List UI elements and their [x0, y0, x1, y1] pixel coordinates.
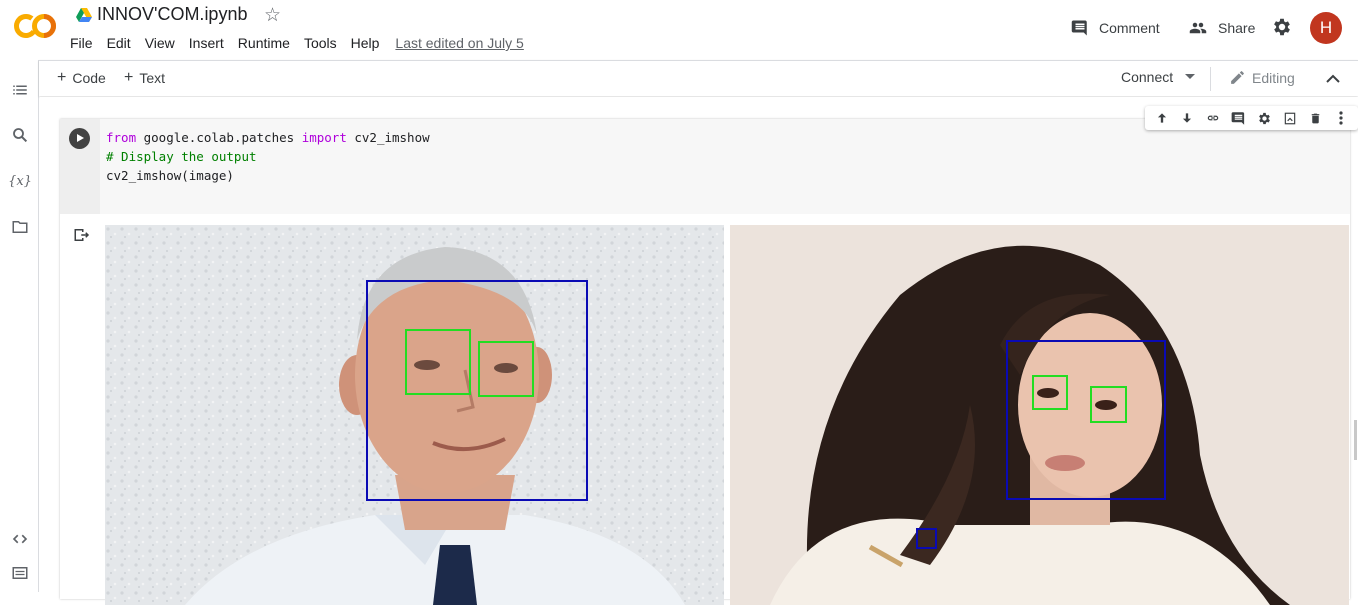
gear-icon[interactable]	[1255, 109, 1273, 127]
delete-icon[interactable]	[1307, 109, 1325, 127]
code-line: cv2_imshow(image)	[106, 168, 234, 183]
scrollbar[interactable]	[1354, 420, 1357, 460]
eye-detection-box	[1032, 375, 1068, 410]
eye-detection-box	[478, 341, 534, 397]
app-header: INNOV'COM.ipynb ☆ File Edit View Insert …	[0, 0, 1358, 60]
comment-icon	[1071, 20, 1087, 36]
share-label: Share	[1218, 20, 1256, 36]
people-icon	[1189, 22, 1207, 34]
google-drive-icon	[76, 8, 92, 22]
caret-down-icon	[1185, 74, 1196, 79]
plus-icon: +	[57, 69, 67, 86]
settings-button[interactable]	[1271, 16, 1293, 38]
eye-detection-box	[405, 329, 471, 395]
left-rail: {x}	[0, 60, 39, 592]
cell-output	[105, 225, 1350, 605]
menu-bar: File Edit View Insert Runtime Tools Help…	[70, 35, 538, 51]
code-line: from google.colab.patches import cv2_ims…	[106, 128, 1344, 147]
add-code-label: Code	[72, 70, 106, 86]
add-code-button[interactable]: + Code	[57, 69, 106, 87]
variables-icon[interactable]: {x}	[8, 171, 32, 191]
pencil-icon	[1231, 71, 1244, 84]
command-palette-icon[interactable]	[10, 563, 30, 583]
add-text-label: Text	[139, 70, 166, 86]
module-name: google.colab.patches	[136, 130, 302, 145]
notebook-area: from google.colab.patches import cv2_ims…	[40, 97, 1358, 605]
eye-detection-box	[1090, 386, 1127, 423]
toolbar-divider	[1210, 67, 1211, 91]
menu-tools[interactable]: Tools	[304, 35, 337, 51]
editing-mode-button[interactable]: Editing	[1229, 69, 1295, 86]
star-icon[interactable]: ☆	[264, 4, 281, 27]
menu-insert[interactable]: Insert	[189, 35, 224, 51]
output-image-left	[105, 225, 724, 605]
face-detection-box	[1006, 340, 1166, 500]
menu-view[interactable]: View	[145, 35, 175, 51]
add-text-button[interactable]: + Text	[124, 69, 165, 87]
keyword: from	[106, 130, 137, 145]
search-icon[interactable]	[10, 125, 30, 145]
colab-logo[interactable]	[13, 12, 57, 40]
arrow-up-icon[interactable]	[1153, 109, 1171, 127]
menu-file[interactable]: File	[70, 35, 93, 51]
comment-label: Comment	[1099, 20, 1160, 36]
notebook-title[interactable]: INNOV'COM.ipynb	[97, 4, 247, 25]
editing-label: Editing	[1252, 69, 1295, 86]
comment-icon[interactable]	[1230, 109, 1248, 127]
output-image-right	[730, 225, 1349, 605]
menu-runtime[interactable]: Runtime	[238, 35, 290, 51]
plus-icon: +	[124, 69, 134, 86]
code-snippets-icon[interactable]	[10, 529, 30, 549]
code-comment: # Display the output	[106, 149, 257, 164]
menu-help[interactable]: Help	[351, 35, 380, 51]
import-name: cv2_imshow	[346, 130, 430, 145]
menu-edit[interactable]: Edit	[107, 35, 131, 51]
gear-icon	[1274, 18, 1290, 36]
code-cell[interactable]: from google.colab.patches import cv2_ims…	[60, 106, 1358, 605]
share-button[interactable]: Share	[1187, 17, 1255, 39]
connect-button[interactable]: Connect	[1121, 69, 1196, 85]
link-icon[interactable]	[1204, 109, 1222, 127]
run-cell-icon[interactable]	[69, 128, 90, 149]
arrow-down-icon[interactable]	[1178, 109, 1196, 127]
chevron-up-icon[interactable]	[1326, 71, 1340, 89]
cell-toolbar	[1145, 106, 1358, 130]
cell-gutter	[60, 119, 100, 214]
face-detection-box	[916, 528, 937, 549]
mirror-cell-icon[interactable]	[1281, 109, 1299, 127]
last-edited-link[interactable]: Last edited on July 5	[395, 35, 523, 51]
more-vert-icon[interactable]	[1332, 109, 1350, 127]
face-detection-box	[366, 280, 588, 501]
files-icon[interactable]	[10, 217, 30, 237]
avatar[interactable]: H	[1310, 12, 1342, 44]
keyword: import	[301, 130, 347, 145]
code-editor[interactable]: from google.colab.patches import cv2_ims…	[100, 119, 1350, 214]
table-of-contents-icon[interactable]	[10, 80, 30, 100]
notebook-toolbar: + Code + Text Connect Editing	[39, 60, 1358, 96]
comment-button[interactable]: Comment	[1071, 17, 1160, 39]
output-icon[interactable]	[73, 227, 91, 248]
connect-label: Connect	[1121, 69, 1174, 85]
